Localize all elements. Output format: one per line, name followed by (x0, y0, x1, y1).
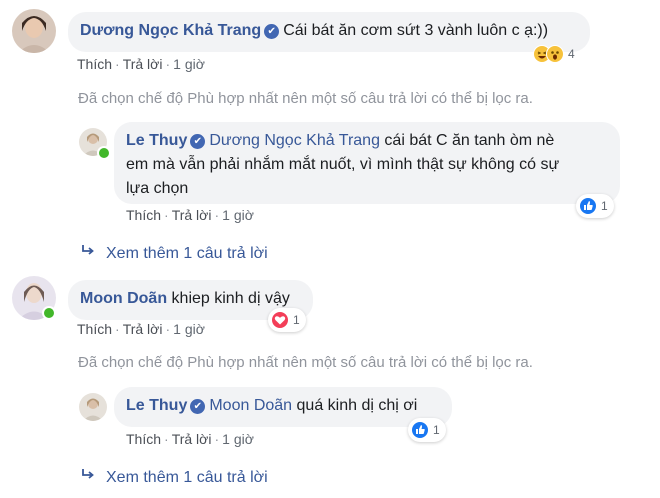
filter-note: Đã chọn chế độ Phù hợp nhất nên một số c… (78, 90, 533, 107)
reaction-count: 4 (568, 47, 575, 61)
like-link[interactable]: Thích (126, 207, 161, 223)
reply-link[interactable]: Trả lời (172, 207, 212, 223)
timestamp[interactable]: 1 giờ (222, 207, 254, 223)
reaction-summary[interactable]: 1 (268, 308, 306, 332)
avatar[interactable] (79, 393, 107, 421)
reply-bubble: Le Thuy ✔ Moon Doãn quá kinh dị chị ơi (114, 387, 452, 427)
reply-link[interactable]: Trả lời (172, 431, 212, 447)
separator-dot: · (214, 431, 220, 447)
reply-arrow-icon (80, 468, 106, 487)
reaction-summary[interactable]: 4 (530, 42, 581, 66)
separator-dot: · (165, 321, 171, 337)
reaction-count: 1 (433, 423, 440, 437)
reply-text-line: quá kinh dị chị ơi (296, 397, 418, 414)
view-more-replies[interactable]: Xem thêm 1 câu trả lời (80, 468, 268, 487)
comment-bubble: Dương Ngọc Khả Trang ✔ Cái bát ăn cơm sứt … (68, 12, 590, 52)
like-icon (579, 197, 597, 215)
mention-link[interactable]: Dương Ngọc Khả Trang (209, 132, 380, 149)
view-more-label[interactable]: Xem thêm 1 câu trả lời (106, 469, 268, 486)
reply-author[interactable]: Le Thuy (126, 132, 187, 149)
view-more-replies[interactable]: Xem thêm 1 câu trả lời (80, 244, 268, 263)
reply-text-line: em mà vẫn phải nhắm mắt nuốt, vì mình th… (126, 156, 560, 173)
timestamp[interactable]: 1 giờ (222, 431, 254, 447)
separator-dot: · (164, 431, 169, 447)
separator-dot: · (115, 56, 120, 72)
verified-badge-icon: ✔ (264, 24, 280, 39)
mention-link[interactable]: Moon Doãn (209, 397, 292, 414)
comment-text: khiep kinh dị vậy (171, 290, 290, 307)
comment-actions: Thích · Trả lời · 1 giờ (77, 56, 205, 72)
comment-author[interactable]: Dương Ngọc Khả Trang (80, 22, 261, 39)
timestamp[interactable]: 1 giờ (173, 321, 205, 337)
reply-link[interactable]: Trả lời (123, 321, 163, 337)
reaction-summary[interactable]: 1 (408, 418, 446, 442)
separator-dot: · (214, 207, 220, 223)
reply-text-line: lựa chọn (126, 180, 189, 197)
like-link[interactable]: Thích (77, 321, 112, 337)
comment-text: Cái bát ăn cơm sứt 3 vành luôn c ạ:)) (283, 22, 549, 39)
filter-note: Đã chọn chế độ Phù hợp nhất nên một số c… (78, 354, 533, 371)
reply-arrow-icon (80, 244, 106, 263)
avatar[interactable] (12, 9, 56, 53)
online-status-icon (42, 306, 56, 320)
verified-badge-icon: ✔ (190, 134, 206, 149)
timestamp[interactable]: 1 giờ (173, 56, 205, 72)
wow-icon (546, 45, 564, 63)
reply-link[interactable]: Trả lời (123, 56, 163, 72)
separator-dot: · (164, 207, 169, 223)
like-icon (411, 421, 429, 439)
separator-dot: · (165, 56, 171, 72)
reaction-count: 1 (293, 313, 300, 327)
comment-actions: Thích · Trả lời · 1 giờ (77, 321, 205, 337)
view-more-label[interactable]: Xem thêm 1 câu trả lời (106, 245, 268, 262)
reply-actions: Thích · Trả lời · 1 giờ (126, 207, 254, 223)
reaction-count: 1 (601, 199, 608, 213)
separator-dot: · (115, 321, 120, 337)
reply-author[interactable]: Le Thuy (126, 397, 187, 414)
reply-actions: Thích · Trả lời · 1 giờ (126, 431, 254, 447)
reply-bubble: Le Thuy ✔ Dương Ngọc Khả Trang cái bát C ă… (114, 122, 620, 204)
verified-badge-icon: ✔ (190, 399, 206, 414)
love-icon (271, 311, 289, 329)
reply-text-line: cái bát C ăn tanh òm nè (384, 132, 555, 149)
comment-author[interactable]: Moon Doãn (80, 290, 167, 307)
like-link[interactable]: Thích (126, 431, 161, 447)
online-status-icon (97, 146, 111, 160)
like-link[interactable]: Thích (77, 56, 112, 72)
reaction-summary[interactable]: 1 (576, 194, 614, 218)
